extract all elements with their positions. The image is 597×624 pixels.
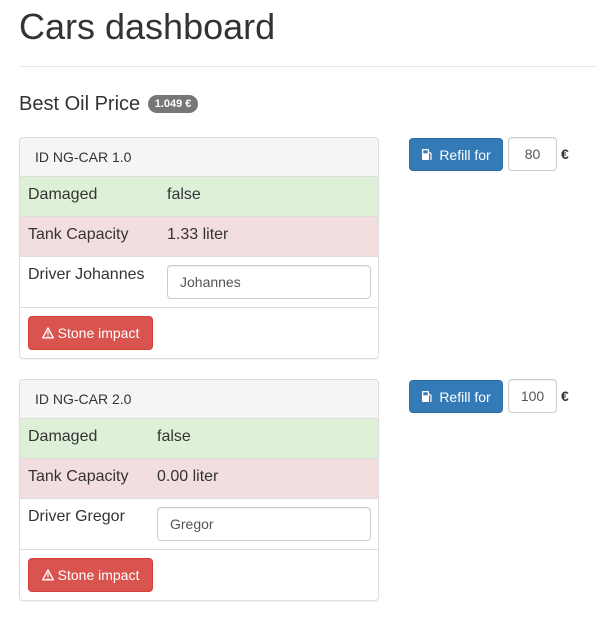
card-footer: Stone impact [20,308,378,358]
driver-name-input[interactable] [157,507,371,541]
refill-button[interactable]: Refill for [409,380,503,413]
damaged-label: Damaged [28,186,98,203]
damaged-value: false [167,186,201,203]
gas-pump-icon [421,148,433,161]
car-id-header: ID NG-CAR 1.0 [20,138,378,177]
driver-label: Driver Johannes [28,266,145,283]
refill-label: Refill for [439,146,491,163]
refill-button[interactable]: Refill for [409,138,503,171]
stone-impact-label: Stone impact [57,567,140,583]
warning-icon [41,327,54,339]
tank-capacity-label: Tank Capacity [28,468,129,485]
card-footer: Stone impact [20,550,378,600]
refill-label: Refill for [439,388,491,405]
title-divider [19,66,597,67]
driver-label: Driver Gregor [28,508,125,525]
refill-amount-input[interactable] [508,137,557,171]
page-title: Cars dashboard [19,6,276,47]
refill-amount-input[interactable] [508,379,557,413]
driver-row: Driver Gregor [20,499,378,550]
tank-capacity-row: Tank Capacity 0.00 liter [20,459,378,499]
tank-capacity-row: Tank Capacity 1.33 liter [20,217,378,257]
tank-capacity-value: 0.00 liter [157,468,219,485]
warning-icon [41,569,54,581]
oil-price-heading: Best Oil Price 1.049 € [19,90,199,118]
driver-row: Driver Johannes [20,257,378,308]
oil-price-label: Best Oil Price [19,93,141,115]
damaged-label: Damaged [28,428,98,445]
stone-impact-label: Stone impact [57,325,140,341]
stone-impact-button[interactable]: Stone impact [28,316,153,350]
damaged-row: Damaged false [20,419,378,459]
oil-price-badge: 1.049 € [147,95,199,113]
tank-capacity-label: Tank Capacity [28,226,129,243]
currency-symbol: € [561,146,569,162]
car-id-header: ID NG-CAR 2.0 [20,380,378,419]
stone-impact-button[interactable]: Stone impact [28,558,153,592]
gas-pump-icon [421,390,433,403]
tank-capacity-value: 1.33 liter [167,226,229,243]
car-card: ID NG-CAR 2.0 Damaged false Tank Capacit… [19,379,379,601]
currency-symbol: € [561,388,569,404]
damaged-value: false [157,428,191,445]
driver-name-input[interactable] [167,265,371,299]
car-card: ID NG-CAR 1.0 Damaged false Tank Capacit… [19,137,379,359]
damaged-row: Damaged false [20,177,378,217]
